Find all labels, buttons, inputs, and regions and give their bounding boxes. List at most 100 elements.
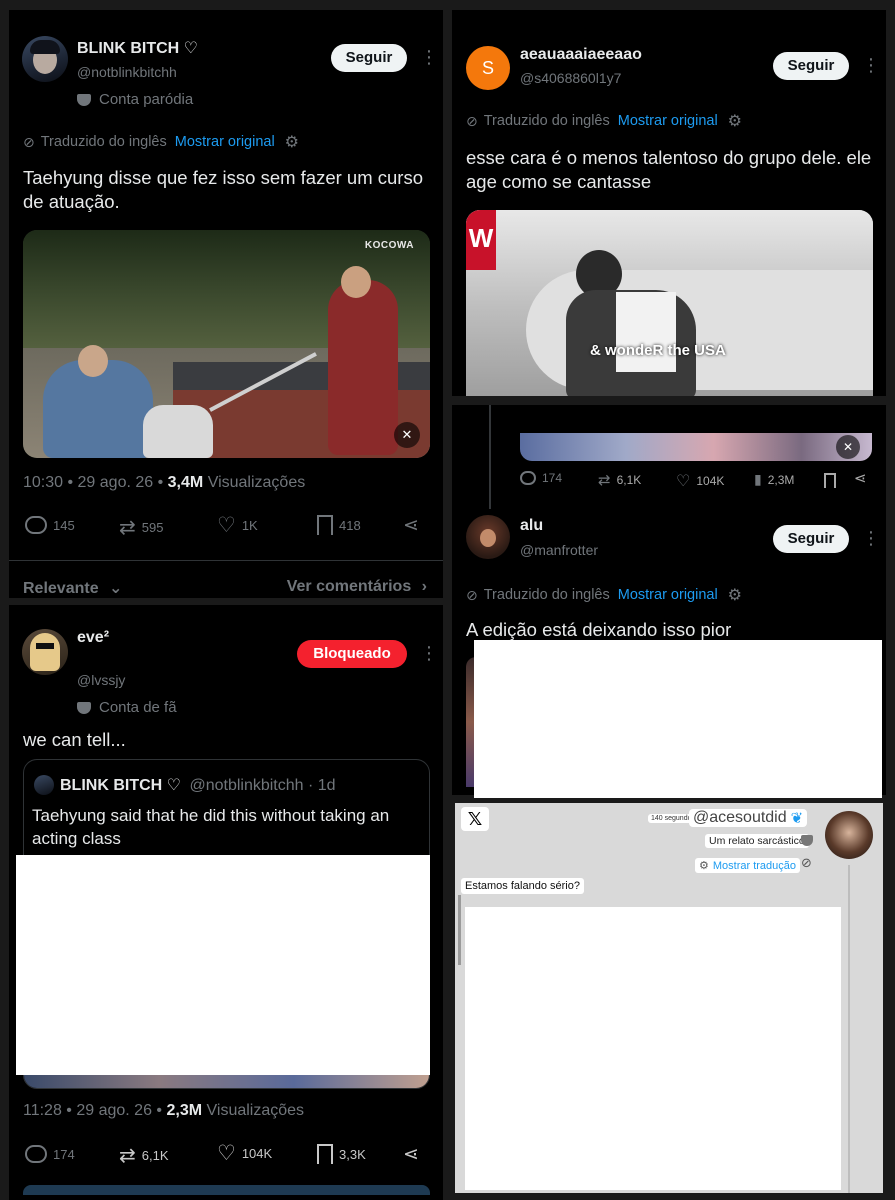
brand-logo: W [466, 210, 496, 270]
more-options-icon[interactable]: ⋮ [420, 48, 438, 66]
user-handle[interactable]: @notblinkbitchh [77, 64, 177, 80]
more-options-icon[interactable]: ⋮ [862, 56, 880, 74]
user-handle[interactable]: @manfrotter [520, 542, 598, 558]
heart-icon: ♡ [217, 1142, 236, 1165]
post-text: Taehyung disse que fez isso sem fazer um… [23, 167, 423, 212]
reply-icon [520, 471, 536, 485]
gear-icon[interactable]: ⚙ [285, 132, 299, 152]
redacted-media [465, 907, 841, 1190]
bottom-bar [23, 1185, 430, 1195]
heart-icon: ♡ [217, 514, 236, 537]
avatar[interactable] [825, 811, 873, 859]
bookmark-button[interactable]: 418 [317, 515, 361, 535]
divider [9, 560, 443, 561]
display-name[interactable]: eve² [77, 629, 109, 647]
translation-bar: ⊘ Traduzido do inglês Mostrar original ⚙ [23, 132, 300, 152]
translation-bar: ⊘ Traduzido do inglês Mostrar original ⚙ [466, 111, 743, 131]
post-text: esse cara é o menos talentoso do grupo d… [466, 147, 872, 192]
more-options-icon[interactable]: ⋮ [420, 644, 438, 662]
blocked-button[interactable]: Bloqueado [297, 640, 407, 668]
thread-line [848, 865, 850, 1193]
video-media[interactable]: KOCOWA ✕ [23, 230, 430, 458]
user-handle[interactable]: @s4068860l1y7 [520, 70, 621, 86]
sort-dropdown[interactable]: Relevante ⌄ [23, 578, 122, 598]
user-handle[interactable]: @lvssjy [77, 672, 125, 688]
scroll-edge [458, 895, 461, 965]
like-button[interactable]: ♡ 1K [217, 513, 258, 538]
show-translation-link[interactable]: Mostrar tradução [713, 860, 796, 872]
follow-button[interactable]: Seguir [331, 44, 407, 72]
mask-icon [77, 93, 91, 106]
chevron-down-icon: ⌄ [109, 580, 123, 597]
video-media[interactable]: W & wondeR the USA [466, 210, 873, 396]
avatar[interactable]: S [466, 46, 510, 90]
gear-icon[interactable]: ⚙ [728, 111, 742, 131]
repost-button[interactable]: ⇄ 6,1K [119, 1143, 169, 1168]
share-icon: ⋖ [403, 515, 419, 536]
parody-label: Conta paródia [77, 91, 193, 108]
repost-icon: ⇄ [119, 1145, 136, 1167]
heart-icon: ♡ [676, 473, 691, 490]
display-name[interactable]: BLINK BITCH ♡ [77, 38, 198, 58]
more-options-icon[interactable]: ⋮ [862, 529, 880, 547]
video-caption: & wondeR the USA [590, 342, 726, 359]
like-button[interactable]: ♡ 104K [676, 471, 724, 491]
like-button[interactable]: ♡ 104K [217, 1141, 272, 1166]
display-name[interactable]: alu [520, 517, 543, 535]
reply-button[interactable]: 145 [25, 516, 75, 534]
post-text: A edição está deixando isso pior [466, 619, 732, 640]
post-meta: 10:30 • 29 ago. 26 • 3,4M Visualizações [23, 474, 306, 491]
redacted-media [474, 640, 882, 798]
show-original-link[interactable]: Mostrar original [175, 134, 275, 150]
show-original-link[interactable]: Mostrar original [618, 587, 718, 603]
translate-icon: ⊘ [23, 133, 35, 150]
share-button[interactable]: ⋖ [403, 1143, 419, 1166]
repost-button[interactable]: ⇄ 6,1K [598, 471, 641, 489]
post-text: Estamos falando sério? [461, 878, 584, 894]
mute-icon[interactable]: ✕ [394, 422, 420, 448]
follow-button[interactable]: Seguir [773, 525, 849, 553]
bar-chart-icon: ▮ [754, 471, 762, 487]
user-handle[interactable]: @acesoutdid ❦ [689, 809, 808, 827]
translate-icon: ⊘ [801, 855, 812, 870]
avatar[interactable] [22, 629, 68, 675]
bookmark-icon [317, 515, 333, 535]
follow-button[interactable]: Seguir [773, 52, 849, 80]
repost-button[interactable]: ⇄ 595 [119, 515, 163, 540]
video-watermark: KOCOWA [364, 240, 414, 251]
views-stat[interactable]: ▮ 2,3M [754, 471, 794, 488]
post-blinkbitch: BLINK BITCH ♡ @notblinkbitchh Conta paró… [9, 10, 443, 598]
avatar[interactable] [466, 515, 510, 559]
quote-avatar [34, 775, 54, 795]
butterfly-icon: ❦ [790, 810, 804, 827]
sarcastic-label: Um relato sarcástico [705, 834, 809, 848]
reply-button[interactable]: 174 [25, 1145, 75, 1163]
view-comments-link[interactable]: Ver comentários › [287, 578, 427, 596]
x-logo-icon[interactable]: 𝕏 [461, 807, 489, 831]
share-button[interactable]: ⋖ [403, 514, 419, 537]
quote-header: BLINK BITCH ♡ @notblinkbitchh · 1d [60, 777, 336, 794]
redacted-media [16, 855, 430, 1075]
post-aeauaaa: S aeauaaaiaeeaao @s4068860l1y7 Seguir ⋮ … [452, 10, 886, 396]
reply-icon [25, 516, 47, 534]
post-text: we can tell... [23, 729, 126, 750]
bookmark-icon[interactable] [824, 473, 836, 488]
gear-icon[interactable]: ⚙ [699, 859, 709, 872]
share-icon[interactable]: ⋖ [854, 469, 867, 487]
repost-icon: ⇄ [598, 472, 611, 489]
chevron-right-icon: › [421, 578, 427, 595]
mask-icon [801, 835, 813, 846]
share-icon: ⋖ [403, 1144, 419, 1165]
show-original-link[interactable]: Mostrar original [618, 113, 718, 129]
quote-text: Taehyung said that he did this without t… [32, 806, 390, 848]
mute-icon[interactable]: ✕ [836, 435, 860, 459]
translation-bar: ⚙ Mostrar tradução [695, 858, 801, 873]
display-name[interactable]: aeauaaaiaeeaao [520, 46, 642, 64]
media-strip [520, 433, 872, 461]
avatar[interactable] [22, 36, 68, 82]
bookmark-button[interactable]: 3,3K [317, 1144, 366, 1164]
reply-button[interactable]: 174 [520, 471, 562, 485]
reply-icon [25, 1145, 47, 1163]
gear-icon[interactable]: ⚙ [728, 585, 742, 605]
fan-account-label: Conta de fã [77, 699, 177, 716]
